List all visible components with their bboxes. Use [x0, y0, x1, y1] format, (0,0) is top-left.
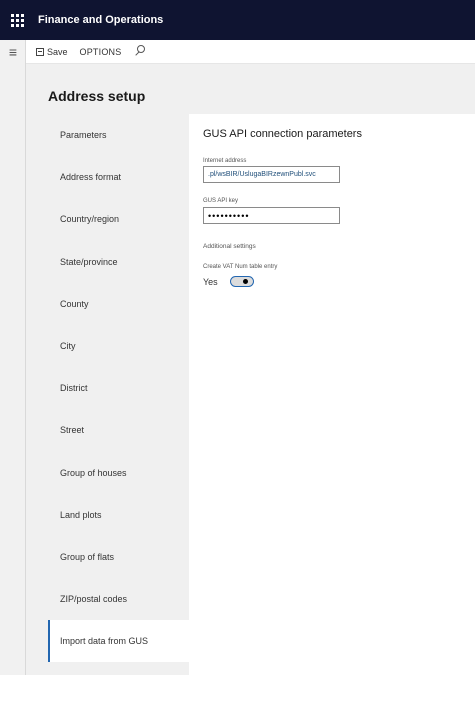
- internet-address-field[interactable]: .pl/wsBIR/UslugaBIRzewnPubl.svc: [203, 166, 340, 183]
- section-title: GUS API connection parameters: [203, 128, 362, 140]
- nav-item-group-of-houses[interactable]: Group of houses: [48, 452, 189, 494]
- nav-item-county[interactable]: County: [48, 283, 189, 325]
- search-button[interactable]: [133, 44, 147, 59]
- internet-address-label: Internet address: [203, 158, 247, 164]
- nav-item-import-data-from-gus[interactable]: Import data from GUS: [48, 620, 189, 663]
- save-label: Save: [47, 46, 68, 57]
- vat-toggle-row: Yes: [203, 276, 254, 287]
- nav-item-city[interactable]: City: [48, 325, 189, 367]
- nav-item-address-format[interactable]: Address format: [48, 156, 189, 198]
- vat-toggle-switch[interactable]: [229, 276, 254, 287]
- page-content: Address setup Parameters Address format …: [26, 64, 475, 675]
- nav-item-group-of-flats[interactable]: Group of flats: [48, 536, 189, 578]
- nav-item-street[interactable]: Street: [48, 409, 189, 451]
- vat-toggle-label: Create VAT Num table entry: [203, 264, 278, 270]
- nav-item-district[interactable]: District: [48, 367, 189, 409]
- nav-item-state-province[interactable]: State/province: [48, 241, 189, 283]
- app-title[interactable]: Finance and Operations: [38, 14, 163, 26]
- setup-navigation-list: Parameters Address format Country/region…: [48, 114, 189, 725]
- app-launcher-button[interactable]: [0, 0, 34, 40]
- toggle-state-text: Yes: [203, 276, 218, 287]
- nav-item-land-plots[interactable]: Land plots: [48, 494, 189, 536]
- action-pane: Save OPTIONS: [26, 40, 475, 64]
- nav-item-parameters[interactable]: Parameters: [48, 114, 189, 156]
- navigation-pane: ≡: [0, 40, 26, 675]
- options-button[interactable]: OPTIONS: [80, 47, 122, 57]
- hamburger-menu-button[interactable]: ≡: [0, 40, 26, 64]
- top-nav-bar: Finance and Operations: [0, 0, 475, 40]
- details-panel: GUS API connection parameters Internet a…: [189, 114, 475, 675]
- nav-item-zip-postal-codes[interactable]: ZIP/postal codes: [48, 578, 189, 620]
- page-title: Address setup: [48, 88, 146, 104]
- save-icon: [36, 47, 44, 56]
- hamburger-icon: ≡: [8, 44, 18, 60]
- additional-settings-heading: Additional settings: [203, 243, 256, 250]
- api-key-label: GUS API key: [203, 198, 239, 204]
- nav-item-country-region[interactable]: Country/region: [48, 198, 189, 240]
- waffle-icon: [10, 13, 24, 27]
- toggle-knob: [242, 279, 248, 284]
- save-button[interactable]: Save: [36, 47, 68, 57]
- api-key-field[interactable]: ••••••••••: [203, 207, 340, 224]
